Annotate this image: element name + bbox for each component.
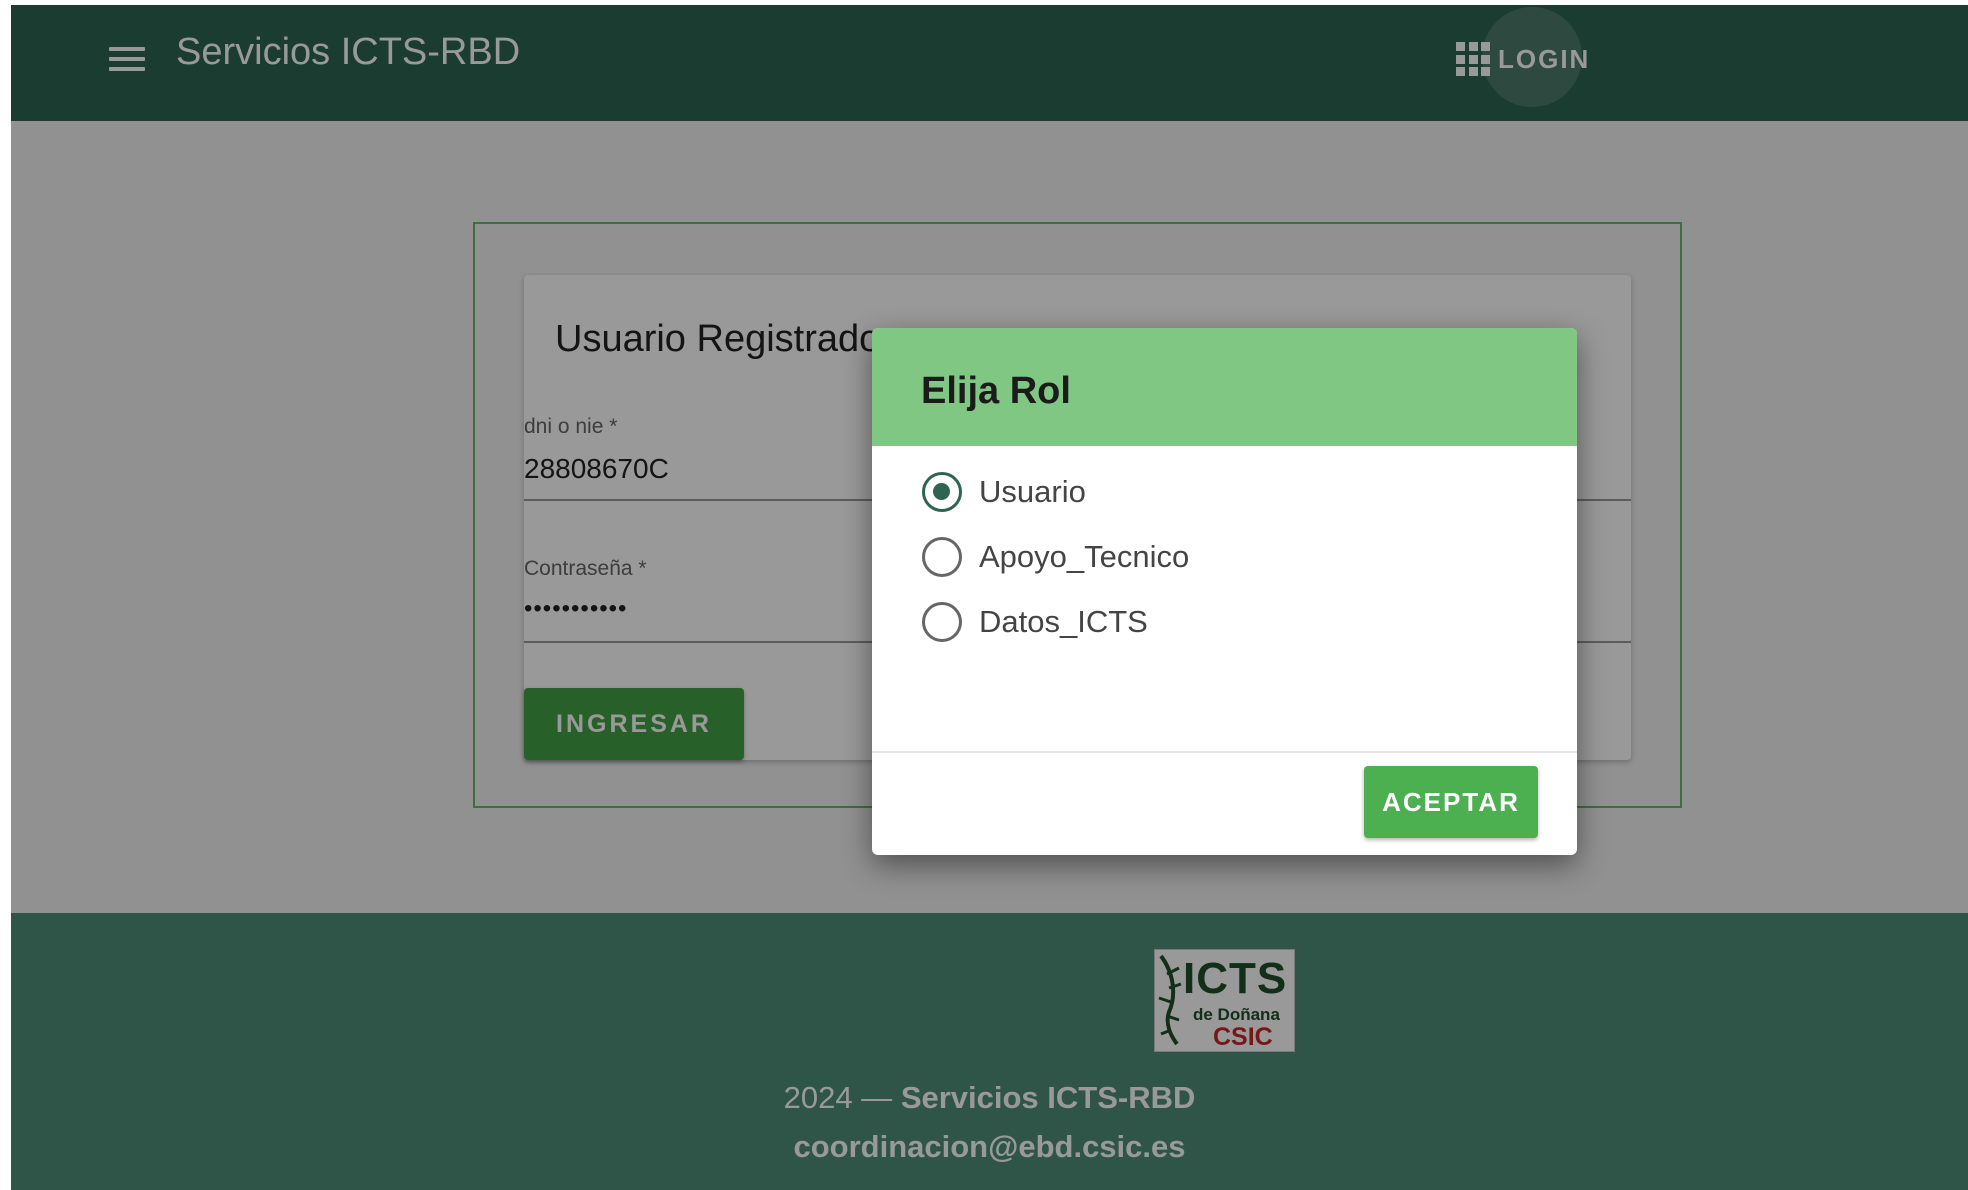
role-option-label: Datos_ICTS bbox=[979, 604, 1148, 639]
radio-checked-icon[interactable] bbox=[922, 472, 962, 512]
dialog-divider bbox=[872, 751, 1577, 753]
role-option-label: Usuario bbox=[979, 474, 1086, 509]
dialog-title: Elija Rol bbox=[921, 370, 1071, 412]
role-option-apoyo-tecnico[interactable]: Apoyo_Tecnico bbox=[922, 533, 1189, 581]
role-option-label: Apoyo_Tecnico bbox=[979, 539, 1190, 574]
radio-unchecked-icon[interactable] bbox=[922, 602, 962, 642]
aceptar-button[interactable]: ACEPTAR bbox=[1364, 766, 1538, 838]
role-option-datos-icts[interactable]: Datos_ICTS bbox=[922, 598, 1148, 646]
role-dialog: Elija Rol Usuario Apoyo_Tecnico Datos_IC… bbox=[872, 328, 1577, 855]
role-option-usuario[interactable]: Usuario bbox=[922, 468, 1086, 516]
radio-unchecked-icon[interactable] bbox=[922, 537, 962, 577]
dialog-header: Elija Rol bbox=[872, 328, 1577, 446]
app-window: Servicios ICTS-RBD LOGIN Usuario Registr… bbox=[11, 5, 1968, 1190]
